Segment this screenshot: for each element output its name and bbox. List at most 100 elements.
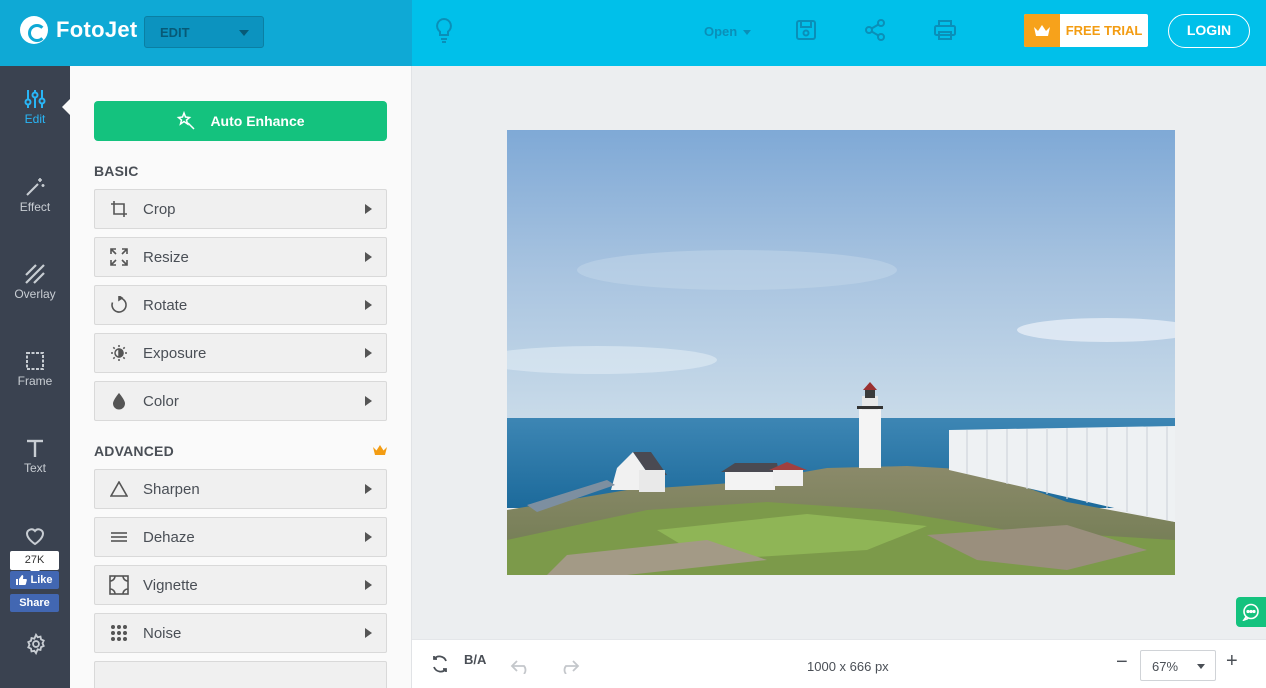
tool-label: Exposure bbox=[143, 344, 207, 362]
tool-label: Crop bbox=[143, 200, 176, 218]
exposure-tool-button[interactable]: Exposure bbox=[94, 333, 387, 373]
rail-item-effect[interactable]: Effect bbox=[0, 176, 70, 236]
dehaze-tool-button[interactable]: Dehaze bbox=[94, 517, 387, 557]
zoom-dropdown[interactable]: 67% bbox=[1140, 650, 1216, 681]
caret-down-icon bbox=[239, 30, 249, 36]
color-tool-button[interactable]: Color bbox=[94, 381, 387, 421]
text-icon bbox=[27, 439, 43, 457]
caret-down-icon bbox=[743, 30, 752, 36]
tool-label: Sharpen bbox=[143, 480, 200, 498]
image-dimensions: 1000 x 666 px bbox=[807, 659, 889, 674]
rail-item-text[interactable]: Text bbox=[0, 437, 70, 497]
chevron-right-icon bbox=[365, 396, 372, 406]
lines-icon bbox=[95, 530, 143, 544]
chat-button[interactable] bbox=[1236, 597, 1266, 627]
dots-grid-icon bbox=[95, 624, 143, 642]
app-name: FotoJet bbox=[56, 17, 138, 42]
zoom-value: 67% bbox=[1152, 659, 1179, 674]
heart-icon[interactable] bbox=[24, 526, 46, 546]
advanced-section-title: ADVANCED bbox=[94, 443, 174, 459]
share-icon[interactable] bbox=[863, 18, 887, 42]
caret-down-icon bbox=[1197, 664, 1205, 669]
chevron-right-icon bbox=[365, 300, 372, 310]
undo-icon[interactable] bbox=[510, 658, 532, 674]
resize-icon bbox=[95, 248, 143, 266]
rail-label: Edit bbox=[24, 112, 46, 126]
next-tool-button-partial[interactable] bbox=[94, 661, 387, 688]
before-after-toggle[interactable]: B/A bbox=[464, 652, 486, 667]
gear-icon[interactable] bbox=[25, 633, 47, 655]
tool-label: Rotate bbox=[143, 296, 188, 314]
exposure-icon bbox=[95, 344, 143, 362]
sliders-icon bbox=[24, 90, 46, 108]
frame-icon bbox=[26, 352, 44, 370]
crop-tool-button[interactable]: Crop bbox=[94, 189, 387, 229]
free-trial-label: FREE TRIAL bbox=[1065, 23, 1143, 38]
zoom-out-button[interactable]: − bbox=[1116, 652, 1132, 672]
bottom-bar: B/A 1000 x 666 px − 67% + bbox=[412, 639, 1266, 688]
redo-icon[interactable] bbox=[558, 658, 580, 674]
login-button[interactable]: LOGIN bbox=[1168, 14, 1250, 48]
rail-label: Frame bbox=[17, 374, 53, 388]
rail-item-edit[interactable]: Edit bbox=[0, 88, 70, 148]
rail-item-frame[interactable]: Frame bbox=[0, 350, 70, 410]
tool-label: Dehaze bbox=[143, 528, 195, 546]
photo-lighthouse-image[interactable] bbox=[507, 130, 1175, 575]
chat-bubble-icon bbox=[1242, 603, 1259, 621]
tools-panel: Auto Enhance BASIC Crop Resize Rotate Ex… bbox=[70, 66, 412, 688]
nav-rail: Edit Effect Overlay Frame Text 27K Like … bbox=[0, 66, 71, 688]
zoom-in-button[interactable]: + bbox=[1226, 651, 1242, 671]
chevron-right-icon bbox=[365, 252, 372, 262]
open-menu[interactable]: Open bbox=[704, 24, 752, 39]
rail-label: Overlay bbox=[14, 287, 56, 301]
crown-icon bbox=[1024, 14, 1060, 47]
rotate-icon bbox=[95, 296, 143, 314]
like-label: Like bbox=[30, 574, 53, 586]
free-trial-button[interactable]: FREE TRIAL bbox=[1024, 14, 1148, 47]
chevron-right-icon bbox=[365, 484, 372, 494]
auto-enhance-button[interactable]: Auto Enhance bbox=[94, 101, 387, 141]
triangle-icon bbox=[95, 481, 143, 497]
overlay-icon bbox=[25, 264, 45, 284]
chevron-right-icon bbox=[365, 532, 372, 542]
crown-icon bbox=[373, 445, 387, 455]
top-bar: FotoJet EDIT Open FREE TRIAL LOGIN bbox=[0, 0, 1266, 66]
lightbulb-icon[interactable] bbox=[432, 16, 456, 46]
chevron-right-icon bbox=[365, 348, 372, 358]
logo-icon bbox=[20, 16, 48, 44]
rail-label: Text bbox=[23, 461, 46, 475]
logo[interactable]: FotoJet bbox=[20, 16, 138, 44]
vignette-icon bbox=[95, 575, 143, 595]
reset-icon[interactable] bbox=[430, 654, 450, 674]
facebook-share-button[interactable]: Share bbox=[10, 594, 59, 612]
rail-label: Effect bbox=[19, 200, 51, 214]
thumbs-up-icon bbox=[16, 575, 28, 585]
tool-label: Noise bbox=[143, 624, 182, 642]
rail-item-overlay[interactable]: Overlay bbox=[0, 263, 70, 323]
sharpen-tool-button[interactable]: Sharpen bbox=[94, 469, 387, 509]
magic-wand-icon bbox=[26, 178, 45, 196]
vignette-tool-button[interactable]: Vignette bbox=[94, 565, 387, 605]
resize-tool-button[interactable]: Resize bbox=[94, 237, 387, 277]
chevron-right-icon bbox=[365, 204, 372, 214]
tool-label: Vignette bbox=[143, 576, 198, 594]
magic-stars-icon bbox=[177, 111, 195, 130]
noise-tool-button[interactable]: Noise bbox=[94, 613, 387, 653]
mode-value: EDIT bbox=[160, 25, 190, 40]
mode-dropdown[interactable]: EDIT bbox=[144, 16, 264, 48]
chevron-right-icon bbox=[365, 628, 372, 638]
basic-section-title: BASIC bbox=[94, 163, 139, 179]
save-icon[interactable] bbox=[794, 18, 818, 42]
facebook-like-button[interactable]: Like bbox=[10, 571, 59, 589]
brand-area: FotoJet EDIT bbox=[0, 0, 412, 66]
auto-enhance-label: Auto Enhance bbox=[210, 113, 305, 129]
tool-label: Color bbox=[143, 392, 179, 410]
crop-icon bbox=[95, 200, 143, 218]
tool-label: Resize bbox=[143, 248, 189, 266]
rotate-tool-button[interactable]: Rotate bbox=[94, 285, 387, 325]
like-count: 27K bbox=[10, 551, 59, 575]
droplet-icon bbox=[95, 392, 143, 410]
print-icon[interactable] bbox=[933, 18, 957, 42]
canvas-area bbox=[412, 66, 1266, 639]
open-label: Open bbox=[704, 24, 738, 39]
